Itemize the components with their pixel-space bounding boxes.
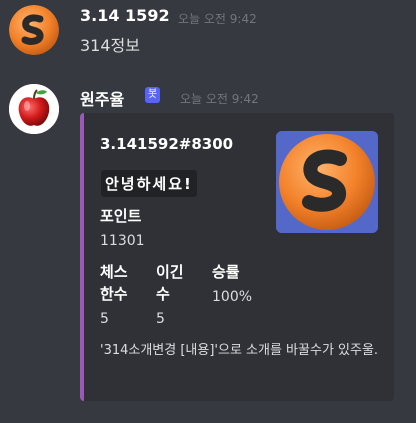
bot-author[interactable]: 원주율 xyxy=(80,86,124,110)
field-points-value: 11301 xyxy=(100,233,145,249)
message-timestamp: 오늘 오전 9:42 xyxy=(178,12,257,26)
apple-icon xyxy=(9,84,59,134)
bot-avatar[interactable] xyxy=(9,84,59,134)
field-wins-value: 5 xyxy=(156,311,165,327)
field-winrate-name: 승률 xyxy=(212,263,240,281)
greeting-code: 안녕하세요! xyxy=(101,170,197,197)
user-avatar[interactable] xyxy=(9,5,59,55)
embed-title: 3.141592#8300 xyxy=(100,135,234,153)
embed-thumbnail[interactable] xyxy=(276,131,378,233)
s-logo-icon xyxy=(276,131,378,233)
field-points-name: 포인트 xyxy=(100,207,142,225)
bot-timestamp: 오늘 오전 9:42 xyxy=(180,92,259,106)
embed-description: '314소개변경 [내용]'으로 소개를 바꿀수가 있주울. xyxy=(100,343,379,358)
message-content: 314정보 xyxy=(80,36,140,55)
bot-badge: 봇 xyxy=(145,87,161,103)
field-wins-name: 이긴 수 xyxy=(156,263,184,303)
s-logo-icon xyxy=(9,5,59,55)
field-winrate-value: 100% xyxy=(212,289,253,305)
message-author[interactable]: 3.14 1592 xyxy=(80,6,170,25)
profile-embed: 3.141592#8300 안녕하세요! 포인트 11301 체스 한수 5 이… xyxy=(80,113,394,401)
field-chess-moves-name: 체스 한수 xyxy=(100,263,128,303)
field-chess-moves-value: 5 xyxy=(100,311,109,327)
